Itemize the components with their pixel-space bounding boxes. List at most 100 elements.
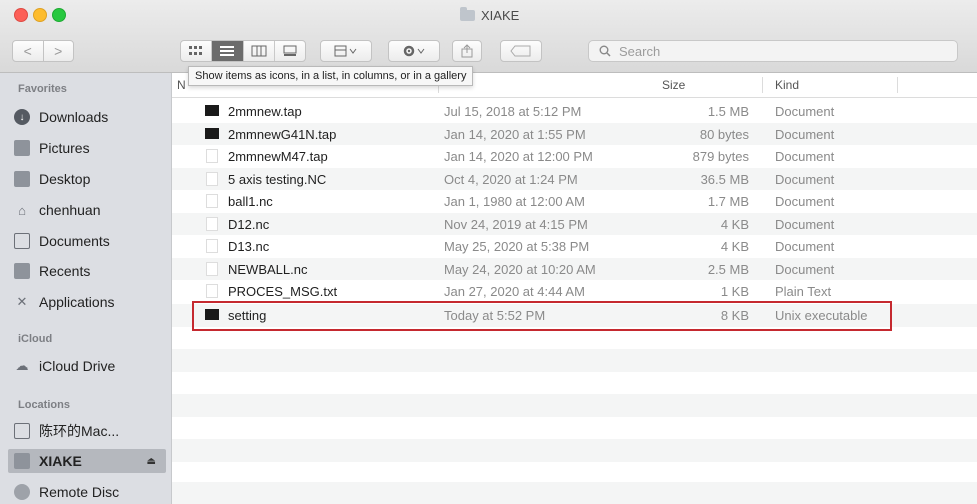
file-row[interactable]: D12.nc Nov 24, 2019 at 4:15 PM 4 KB Docu… — [172, 212, 977, 235]
white-file-icon — [206, 216, 218, 231]
drive-icon — [460, 7, 475, 21]
file-size: 879 bytes — [692, 149, 749, 164]
sidebar-item-icloud-drive[interactable]: ☁ iCloud Drive — [14, 354, 164, 378]
sidebar-item-label: Pictures — [39, 140, 90, 156]
file-row[interactable]: D13.nc May 25, 2020 at 5:38 PM 4 KB Docu… — [172, 235, 977, 258]
action-menu-button[interactable] — [388, 40, 440, 62]
tags-button[interactable] — [500, 40, 542, 62]
file-row[interactable]: 2mmnew.tap Jul 15, 2018 at 5:12 PM 1.5 M… — [172, 100, 977, 123]
file-name: 5 axis testing.NC — [228, 171, 327, 187]
white-file-icon — [206, 239, 218, 253]
drive-icon — [14, 453, 30, 469]
sidebar-item-label: Applications — [39, 294, 115, 310]
file-date: May 24, 2020 at 10:20 AM — [444, 261, 596, 277]
zoom-window-button[interactable] — [52, 8, 66, 22]
recents-icon — [14, 263, 30, 279]
sidebar-item-mac[interactable]: 陈环的Mac... — [14, 419, 164, 443]
file-name: NEWBALL.nc — [228, 261, 308, 277]
finder-window: XIAKE < > Search Show items as icons, in… — [0, 0, 977, 504]
view-mode-group — [180, 40, 306, 62]
sidebar-item-downloads[interactable]: ↓ Downloads — [14, 105, 164, 129]
file-row[interactable]: setting Today at 5:52 PM 8 KB Unix execu… — [172, 304, 977, 327]
file-size: 4 KB — [720, 216, 749, 232]
column-size-header[interactable]: Size — [662, 78, 685, 92]
file-size: 2.5 MB — [707, 261, 749, 277]
file-row[interactable]: PROCES_MSG.txt Jan 27, 2020 at 4:44 AM 1… — [172, 280, 977, 303]
file-kind: Plain Text — [775, 284, 832, 299]
sidebar-item-pictures[interactable]: Pictures — [14, 136, 164, 160]
file-kind: Document — [775, 104, 835, 119]
file-row[interactable]: ball1.nc Jan 1, 1980 at 12:00 AM 1.7 MB … — [172, 190, 977, 213]
empty-row — [172, 372, 977, 395]
file-date: May 25, 2020 at 5:38 PM — [444, 239, 590, 254]
eject-icon[interactable]: ⏏ — [147, 456, 156, 467]
search-field[interactable] — [588, 40, 958, 62]
back-button[interactable]: < — [13, 43, 43, 59]
arrange-icon — [334, 45, 357, 57]
sidebar-item-xiake[interactable]: XIAKE ⏏ — [8, 449, 166, 473]
sidebar-item-label: Recents — [39, 263, 91, 279]
column-name-header[interactable]: N — [177, 78, 186, 92]
sidebar-item-label: XIAKE — [39, 453, 82, 469]
white-file-icon — [206, 149, 218, 163]
white-file-icon — [206, 284, 218, 298]
file-kind: Document — [775, 171, 835, 187]
column-kind-header[interactable]: Kind — [775, 78, 799, 92]
file-name: 2mmnew.tap — [228, 104, 302, 119]
arrange-button[interactable] — [320, 40, 372, 62]
search-icon — [599, 45, 611, 57]
close-window-button[interactable] — [14, 8, 28, 22]
documents-icon — [14, 233, 30, 249]
file-date: Nov 24, 2019 at 4:15 PM — [444, 216, 588, 232]
search-input[interactable] — [617, 42, 921, 60]
sidebar-heading-favorites: Favorites — [18, 83, 67, 95]
column-view-button[interactable] — [244, 41, 275, 61]
file-kind: Document — [775, 149, 835, 164]
sidebar-item-label: Remote Disc — [39, 484, 120, 500]
file-name: PROCES_MSG.txt — [228, 284, 338, 299]
file-date: Jul 15, 2018 at 5:12 PM — [444, 104, 582, 119]
sidebar-item-label: chenhuan — [39, 202, 101, 218]
file-kind: Unix executable — [775, 308, 868, 323]
file-date: Jan 14, 2020 at 1:55 PM — [444, 126, 586, 142]
forward-button[interactable]: > — [44, 43, 74, 59]
file-row[interactable]: 2mmnewM47.tap Jan 14, 2020 at 12:00 PM 8… — [172, 145, 977, 168]
sidebar-heading-locations: Locations — [18, 399, 70, 411]
file-size: 1.7 MB — [707, 194, 749, 209]
sidebar-item-documents[interactable]: Documents — [14, 229, 164, 253]
share-icon — [461, 44, 473, 58]
file-kind: Document — [775, 216, 835, 232]
file-name: D12.nc — [228, 216, 270, 232]
file-row[interactable]: 5 axis testing.NC Oct 4, 2020 at 1:24 PM… — [172, 167, 977, 190]
gear-icon — [403, 45, 425, 57]
empty-row — [172, 439, 977, 462]
sidebar-item-recents[interactable]: Recents — [14, 259, 164, 283]
file-name: 2mmnewG41N.tap — [228, 126, 337, 142]
sidebar-item-desktop[interactable]: Desktop — [14, 167, 164, 191]
sidebar-item-label: Documents — [39, 233, 110, 249]
sidebar-item-remote-disc[interactable]: Remote Disc — [14, 480, 164, 504]
empty-row — [172, 481, 977, 504]
file-name: ball1.nc — [228, 194, 273, 209]
file-size: 8 KB — [720, 308, 749, 323]
icon-view-icon — [189, 46, 203, 55]
minimize-window-button[interactable] — [33, 8, 47, 22]
file-kind: Document — [775, 261, 835, 277]
sidebar-item-label: 陈环的Mac... — [39, 423, 120, 439]
share-button[interactable] — [452, 40, 482, 62]
file-name: setting — [228, 308, 267, 323]
sidebar-item-applications[interactable]: ✕ Applications — [14, 290, 164, 314]
icon-view-button[interactable] — [181, 41, 213, 61]
sidebar-item-home[interactable]: ⌂ chenhuan — [14, 198, 164, 222]
gallery-view-button[interactable] — [275, 41, 305, 61]
desktop-icon — [14, 171, 30, 187]
file-row[interactable]: 2mmnewG41N.tap Jan 14, 2020 at 1:55 PM 8… — [172, 122, 977, 145]
tag-icon — [510, 45, 531, 57]
white-file-icon — [206, 194, 218, 208]
file-row[interactable]: NEWBALL.nc May 24, 2020 at 10:20 AM 2.5 … — [172, 257, 977, 280]
list-view-button[interactable] — [212, 41, 244, 61]
file-size: 1.5 MB — [707, 104, 749, 119]
sidebar-item-label: Downloads — [39, 109, 109, 125]
disc-icon — [14, 484, 30, 500]
list-view-icon — [220, 46, 235, 56]
